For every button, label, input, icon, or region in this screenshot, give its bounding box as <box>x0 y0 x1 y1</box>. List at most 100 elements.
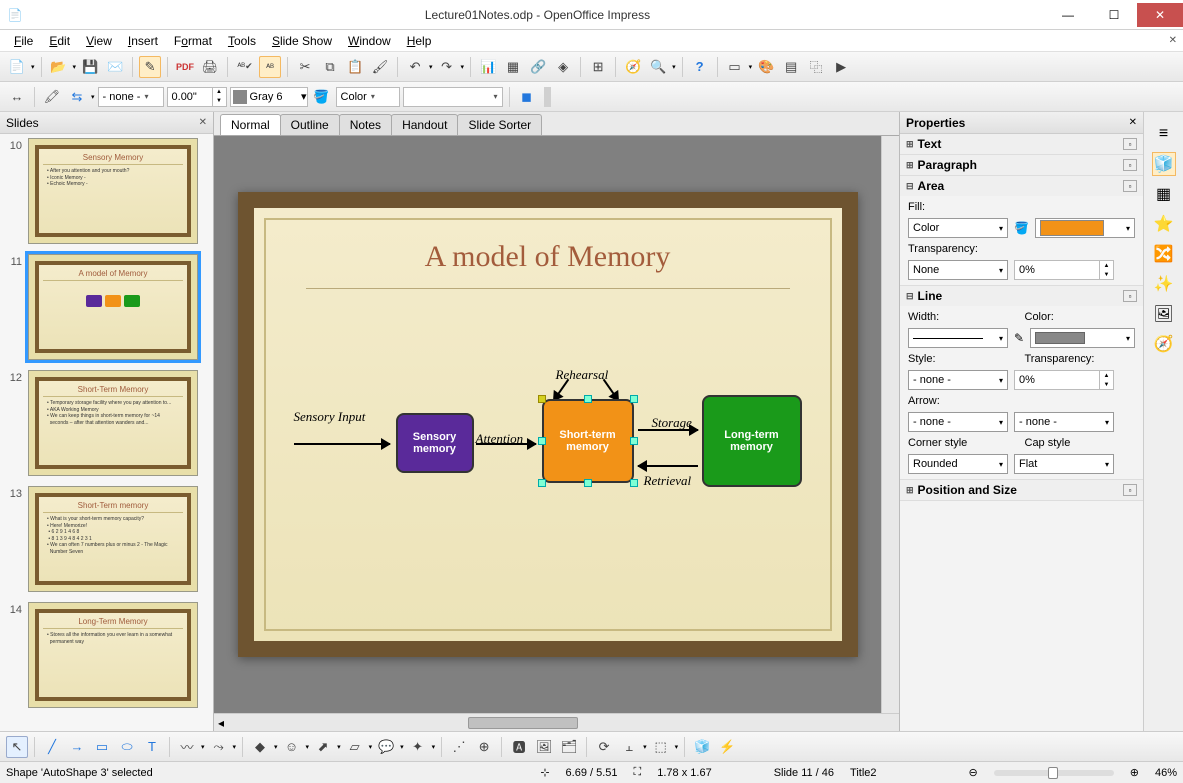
cut-button[interactable]: ✂ <box>294 56 316 78</box>
zoom-slider[interactable] <box>994 770 1114 776</box>
linecolor-dropdown[interactable]: Gray 6▾ <box>230 87 308 107</box>
prop-section-pos[interactable]: ⊞Position and Size▫ <box>900 480 1143 500</box>
chart-button[interactable]: 📊 <box>477 56 499 78</box>
tab-notes[interactable]: Notes <box>339 114 392 135</box>
menu-format[interactable]: Format <box>166 34 220 48</box>
menu-tools[interactable]: Tools <box>220 34 264 48</box>
table-button[interactable]: ▦ <box>502 56 524 78</box>
navigator-button[interactable]: ◈ <box>552 56 574 78</box>
sidebar-navigator-icon[interactable]: 🧭 <box>1152 332 1176 356</box>
slides-list[interactable]: 10 Sensory Memory• After you attention a… <box>0 134 213 731</box>
stars-tool[interactable]: ✦ <box>407 736 429 758</box>
slidelayout-button[interactable]: ▤ <box>780 56 802 78</box>
redo-button[interactable]: ↷ <box>436 56 458 78</box>
connector-tool[interactable]: ⤳ <box>208 736 230 758</box>
arrowends-button[interactable]: ↔ <box>6 86 28 108</box>
vertical-scrollbar[interactable] <box>881 136 899 713</box>
selection-handle[interactable] <box>538 395 546 403</box>
selection-handle[interactable] <box>630 437 638 445</box>
diagram-box-long[interactable]: Long-term memory <box>702 395 802 487</box>
menu-slideshow[interactable]: Slide Show <box>264 34 340 48</box>
properties-close-icon[interactable]: ✕ <box>1129 117 1137 128</box>
help-button[interactable]: ? <box>689 56 711 78</box>
menu-file[interactable]: File <box>6 34 41 48</box>
fromfile-tool[interactable]: 🖼 <box>533 736 555 758</box>
prop-section-line[interactable]: ⊟Line▫ <box>900 286 1143 306</box>
select-tool[interactable]: ↖ <box>6 736 28 758</box>
doc-close-icon[interactable]: ✕ <box>1169 35 1177 46</box>
rotate-tool[interactable]: ⟳ <box>593 736 615 758</box>
filltype-dropdown[interactable]: Color▾ <box>336 87 400 107</box>
format-paint-button[interactable]: 🖌 <box>369 56 391 78</box>
sidebar-menu-icon[interactable]: ≡ <box>1152 122 1176 146</box>
rect-tool[interactable]: ▭ <box>91 736 113 758</box>
linewidth-spinner[interactable]: 0.00"▲▼ <box>167 87 227 107</box>
slide-thumb-11[interactable]: A model of Memory <box>28 254 198 360</box>
prop-section-paragraph[interactable]: ⊞Paragraph▫ <box>900 155 1143 175</box>
slidedesign-button[interactable]: 🎨 <box>755 56 777 78</box>
diagram-box-short[interactable]: Short-term memory <box>542 399 634 483</box>
line-trans-spinner[interactable]: 0%▲▼ <box>1014 370 1114 390</box>
sidebar-master-icon[interactable]: ▦ <box>1152 182 1176 206</box>
new-button[interactable]: 📄 <box>6 56 28 78</box>
symbolshapes-tool[interactable]: ☺ <box>281 736 303 758</box>
minimize-button[interactable]: — <box>1045 3 1091 27</box>
slide-thumb-12[interactable]: Short-Term Memory• Temporary storage fac… <box>28 370 198 476</box>
slide-canvas[interactable]: A model of Memory Sensory Input Attentio… <box>214 136 881 713</box>
line-color-dropdown[interactable]: ▾ <box>1030 328 1135 348</box>
close-button[interactable]: ✕ <box>1137 3 1183 27</box>
arrowstyle-button[interactable]: ⇆ <box>66 86 88 108</box>
fontwork-tool[interactable]: 🅰 <box>508 736 530 758</box>
selection-handle[interactable] <box>538 437 546 445</box>
slide-thumb-13[interactable]: Short-Term memory• What is your short-te… <box>28 486 198 592</box>
area-trans-type-dropdown[interactable]: None▾ <box>908 260 1008 280</box>
fill-type-dropdown[interactable]: Color▾ <box>908 218 1008 238</box>
tab-handout[interactable]: Handout <box>391 114 458 135</box>
selection-handle[interactable] <box>538 479 546 487</box>
highlight-button[interactable]: 🖍 <box>41 86 63 108</box>
maximize-button[interactable]: ☐ <box>1091 3 1137 27</box>
prop-section-text[interactable]: ⊞Text▫ <box>900 134 1143 154</box>
fillbucket-icon[interactable]: 🪣 <box>1014 221 1029 235</box>
align-tool[interactable]: ⫠ <box>618 736 640 758</box>
nav-button[interactable]: 🧭 <box>622 56 644 78</box>
curve-tool[interactable]: 〰 <box>176 736 198 758</box>
slide-thumb-10[interactable]: Sensory Memory• After you attention and … <box>28 138 198 244</box>
diagram-box-sensory[interactable]: Sensory memory <box>396 413 474 473</box>
fill-color-dropdown[interactable]: ▾ <box>1035 218 1135 238</box>
prop-section-area[interactable]: ⊟Area▫ <box>900 176 1143 196</box>
selection-handle[interactable] <box>630 395 638 403</box>
autospell-button[interactable]: ᴬᴮ <box>259 56 281 78</box>
print-button[interactable]: 🖨 <box>199 56 221 78</box>
grid-button[interactable]: ⊞ <box>587 56 609 78</box>
copy-button[interactable]: ⧉ <box>319 56 341 78</box>
toolbar-handle[interactable] <box>544 87 551 107</box>
current-slide[interactable]: A model of Memory Sensory Input Attentio… <box>238 192 858 657</box>
slides-button[interactable]: ▭ <box>724 56 746 78</box>
menu-edit[interactable]: Edit <box>41 34 78 48</box>
flowchart-tool[interactable]: ▱ <box>344 736 366 758</box>
points-tool[interactable]: ⋰ <box>448 736 470 758</box>
arrow-right-dropdown[interactable]: - none -▾ <box>1014 412 1114 432</box>
glue-tool[interactable]: ⊕ <box>473 736 495 758</box>
ellipse-tool[interactable]: ⬭ <box>116 736 138 758</box>
tab-outline[interactable]: Outline <box>280 114 340 135</box>
arrow-tool[interactable]: → <box>66 736 88 758</box>
menu-view[interactable]: View <box>78 34 120 48</box>
linestyle-dropdown[interactable]: - none -▾ <box>98 87 164 107</box>
tab-slidesorter[interactable]: Slide Sorter <box>457 114 542 135</box>
line-tool[interactable]: ╱ <box>41 736 63 758</box>
zoom-button[interactable]: 🔍 <box>647 56 669 78</box>
menu-window[interactable]: Window <box>340 34 399 48</box>
gallery-tool[interactable]: 🗂 <box>558 736 580 758</box>
slides-panel-close-icon[interactable]: ✕ <box>199 117 207 128</box>
slideshow-button[interactable]: ▶ <box>830 56 852 78</box>
area-trans-spinner[interactable]: 0%▲▼ <box>1014 260 1114 280</box>
sidebar-properties-icon[interactable]: 🧊 <box>1152 152 1176 176</box>
sidebar-styles-icon[interactable]: ✨ <box>1152 272 1176 296</box>
basicshapes-tool[interactable]: ◆ <box>249 736 271 758</box>
duplicate-button[interactable]: ⿻ <box>805 56 827 78</box>
arrange-tool[interactable]: ⬚ <box>650 736 672 758</box>
status-zoom[interactable]: 46% <box>1155 767 1177 779</box>
cap-dropdown[interactable]: Flat▾ <box>1014 454 1114 474</box>
